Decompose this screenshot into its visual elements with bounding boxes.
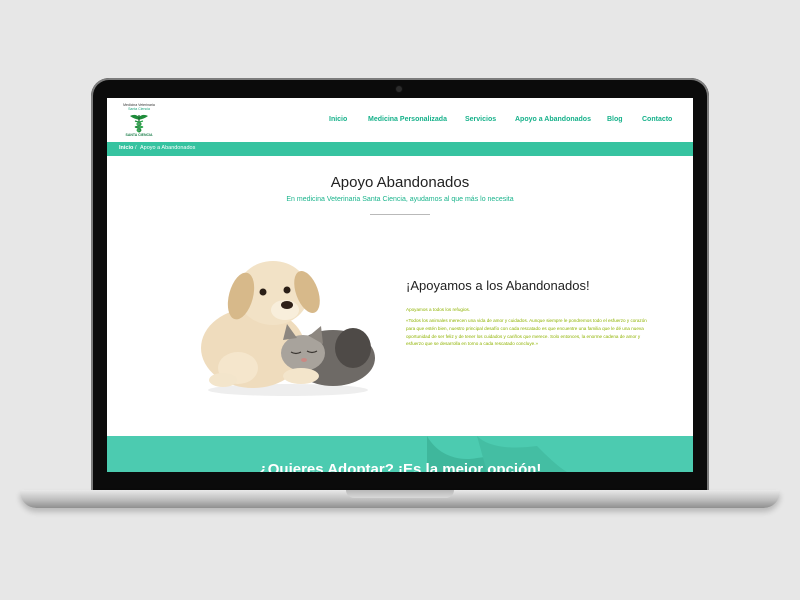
- adopt-banner: ¿Quieres Adoptar? ¡Es la mejor opción!: [107, 436, 693, 472]
- adopt-banner-text: ¿Quieres Adoptar? ¡Es la mejor opción!: [258, 461, 542, 472]
- page-title: Apoyo Abandonados: [330, 174, 470, 191]
- main-nav: Inicio Medicina Personalizada Servicios …: [107, 116, 693, 128]
- nav-servicios[interactable]: Servicios: [465, 116, 496, 123]
- laptop-screen: Medicina Veterinaria Santa Ciencia SANTA…: [107, 98, 693, 472]
- nav-blog[interactable]: Blog: [607, 116, 623, 123]
- breadcrumb-separator: /: [135, 145, 137, 151]
- section-lead: Apoyamos a todos los refugios.: [406, 307, 471, 312]
- breadcrumb-home[interactable]: Inicio: [119, 145, 133, 151]
- nav-contacto[interactable]: Contacto: [642, 116, 672, 123]
- laptop-notch: [346, 490, 454, 498]
- title-divider: [370, 214, 430, 215]
- webcam-icon: [396, 86, 402, 92]
- puppy-kitten-image: [201, 261, 375, 396]
- nav-apoyo-abandonados[interactable]: Apoyo a Abandonados: [515, 116, 591, 123]
- breadcrumb: Inicio / Apoyo a Abandonados: [107, 142, 693, 156]
- page-subtitle: En medicina Veterinaria Santa Ciencia, a…: [286, 196, 514, 203]
- nav-medicina-personalizada[interactable]: Medicina Personalizada: [368, 116, 447, 123]
- logo-line-3: SANTA CIENCIA: [125, 133, 153, 137]
- section-title: ¡Apoyamos a los Abandonados!: [406, 278, 590, 293]
- nav-inicio[interactable]: Inicio: [329, 116, 347, 123]
- site-header: Medicina Veterinaria Santa Ciencia SANTA…: [107, 98, 693, 142]
- section-body: «Todos los animales merecen una vida de …: [406, 318, 647, 347]
- breadcrumb-current: Apoyo a Abandonados: [140, 145, 196, 151]
